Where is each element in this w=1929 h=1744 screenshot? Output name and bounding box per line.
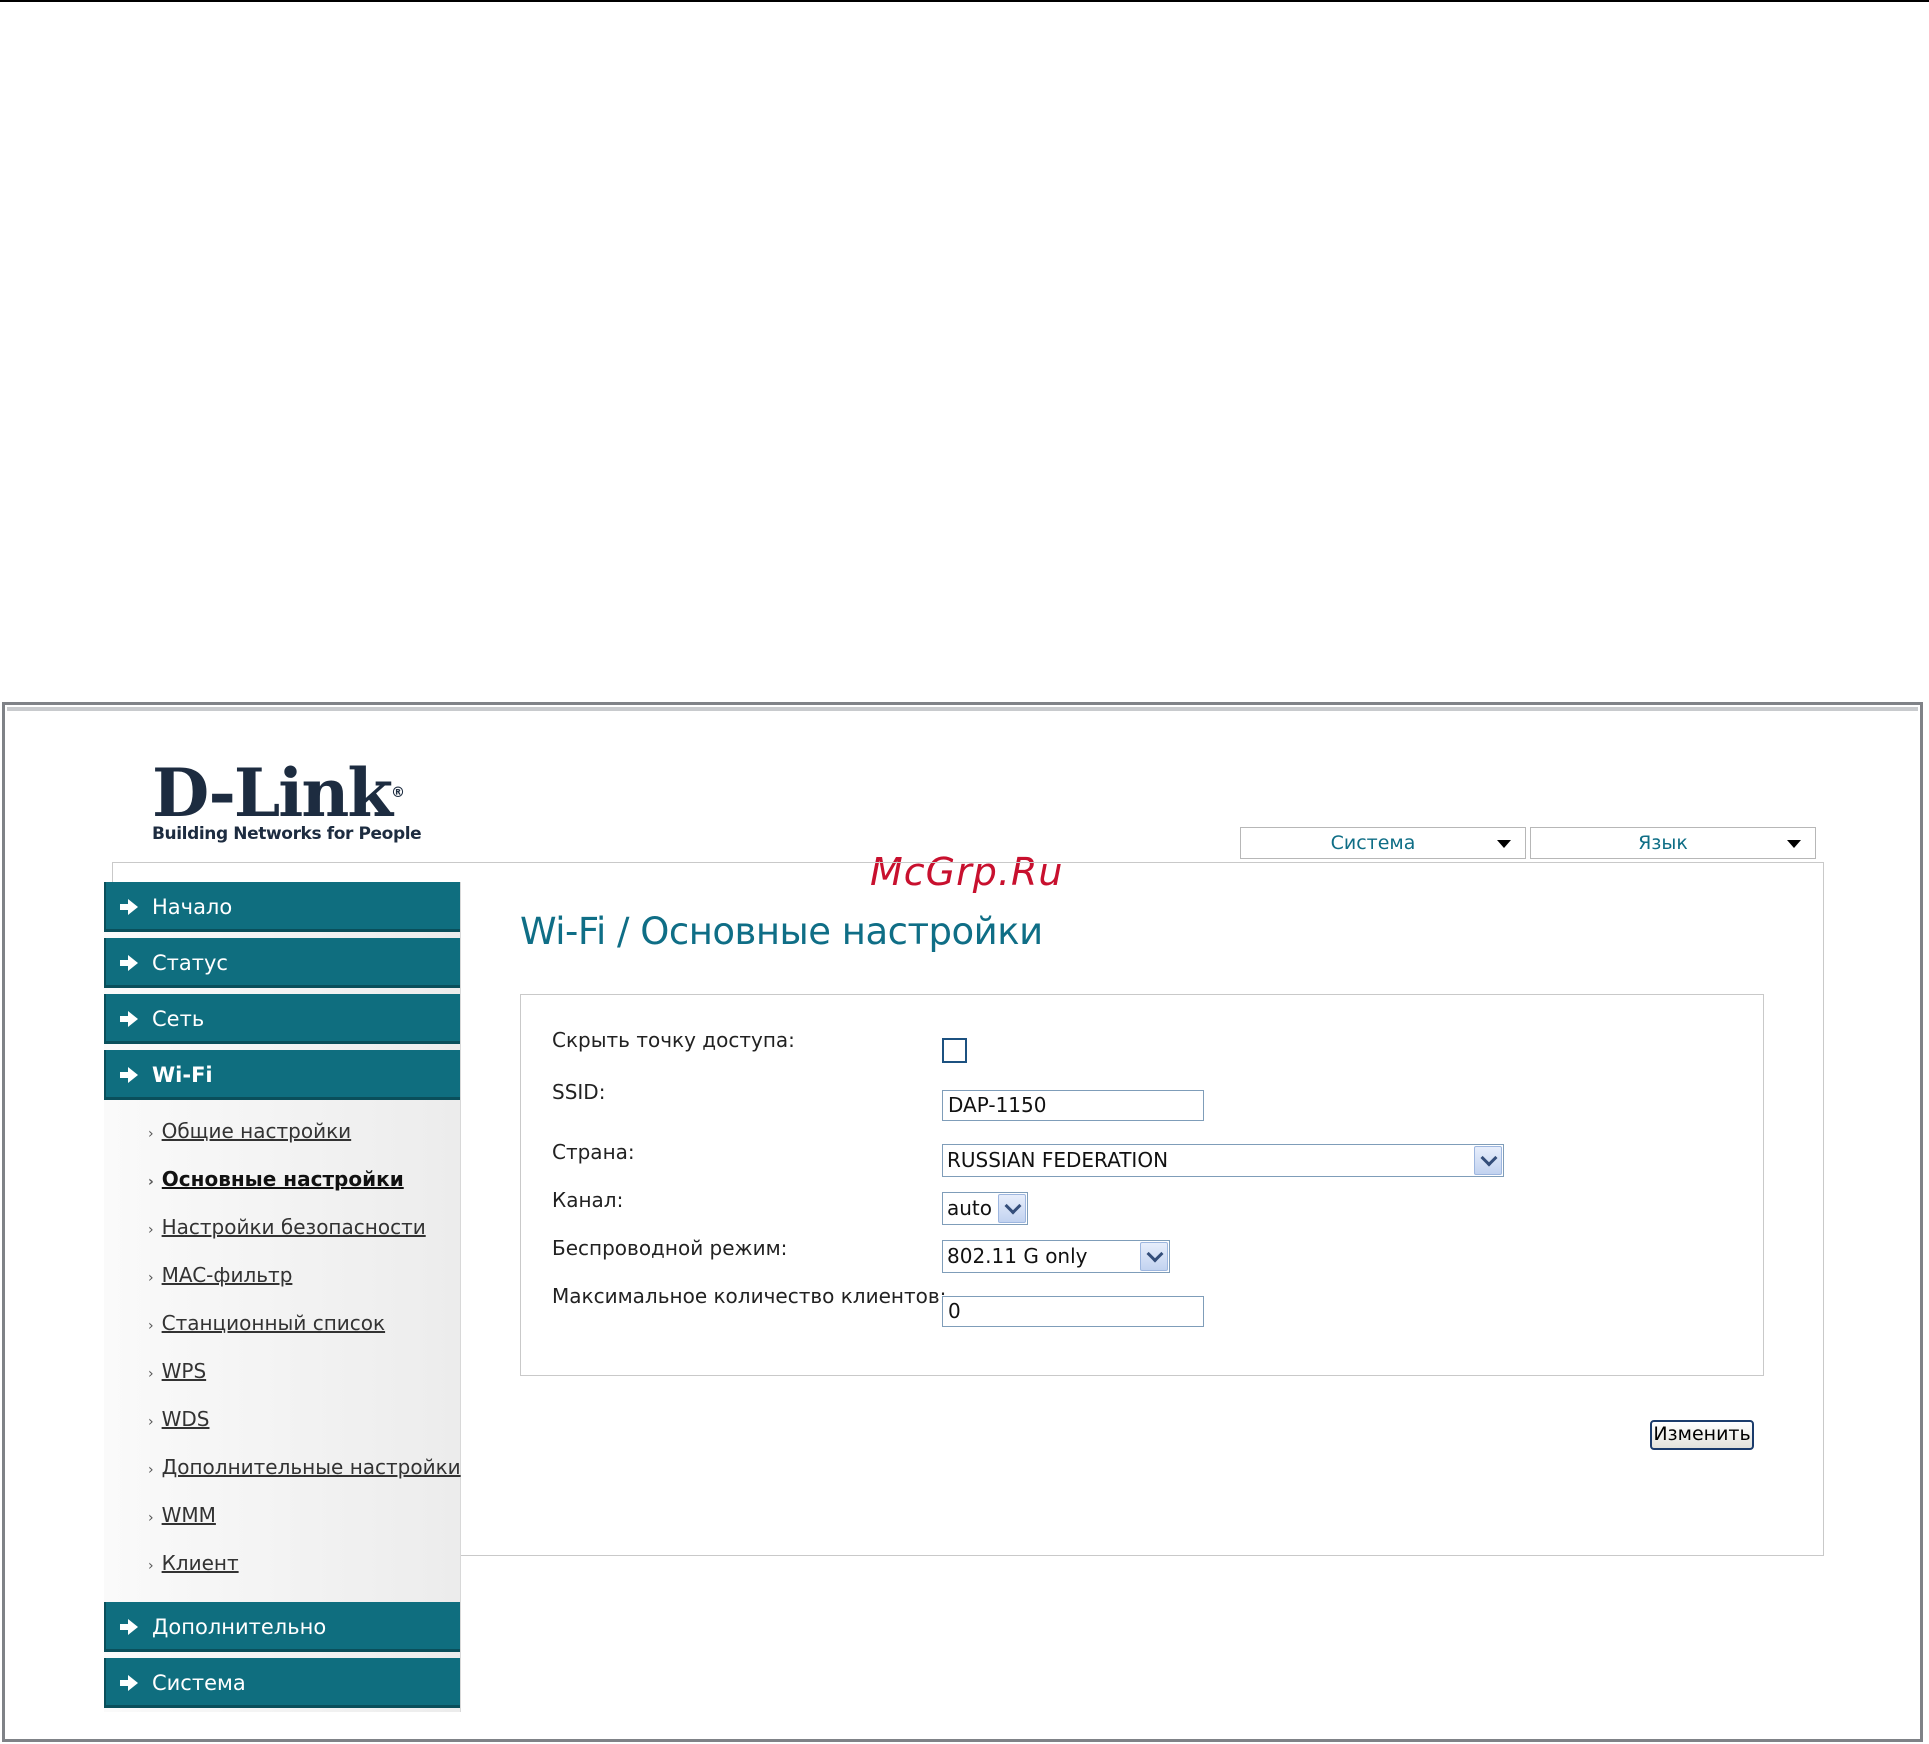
channel-select-value: auto xyxy=(947,1196,993,1220)
subitem-security-settings[interactable]: › Настройки безопасности xyxy=(148,1214,426,1243)
ssid-label: SSID: xyxy=(552,1080,606,1104)
ssid-input[interactable]: DAP-1150 xyxy=(942,1090,1204,1121)
system-menu-label: Система xyxy=(1330,832,1416,854)
arrow-right-icon xyxy=(120,1675,138,1691)
bullet-icon: › xyxy=(148,1126,154,1142)
subitem-general-settings[interactable]: › Общие настройки xyxy=(148,1118,351,1147)
sidebar-item-wifi[interactable]: Wi-Fi xyxy=(104,1050,460,1100)
bullet-icon: › xyxy=(148,1510,154,1526)
sidebar-item-system[interactable]: Система xyxy=(104,1658,460,1708)
sidebar-item-advanced[interactable]: Дополнительно xyxy=(104,1602,460,1652)
hide-ap-label: Скрыть точку доступа: xyxy=(552,1028,795,1052)
mode-label: Беспроводной режим: xyxy=(552,1236,788,1260)
apply-button[interactable]: Изменить xyxy=(1650,1420,1754,1450)
arrow-right-icon xyxy=(120,955,138,971)
arrow-right-icon xyxy=(120,1067,138,1083)
max-clients-label: Максимальное количество клиентов: xyxy=(552,1284,947,1308)
subitem-wps[interactable]: › WPS xyxy=(148,1358,206,1387)
sidebar-item-status[interactable]: Статус xyxy=(104,938,460,988)
caret-down-icon xyxy=(1497,840,1511,848)
sidebar-item-label: Сеть xyxy=(152,1007,205,1031)
sidebar-item-label: Wi-Fi xyxy=(152,1063,213,1087)
country-label: Страна: xyxy=(552,1140,635,1164)
arrow-right-icon xyxy=(120,1619,138,1635)
content-panel-edge xyxy=(112,862,113,882)
sidebar-item-label: Система xyxy=(152,1671,246,1695)
subitem-basic-settings[interactable]: › Основные настройки xyxy=(148,1166,404,1195)
subitem-advanced-settings[interactable]: › Дополнительные настройки xyxy=(148,1454,461,1483)
channel-select[interactable]: auto xyxy=(942,1192,1028,1225)
arrow-right-icon xyxy=(120,1011,138,1027)
hide-ap-checkbox[interactable] xyxy=(942,1038,967,1063)
sidebar-item-label: Начало xyxy=(152,895,233,919)
bullet-icon: › xyxy=(148,1222,154,1238)
page-title: Wi-Fi / Основные настройки xyxy=(520,910,1043,953)
language-dropdown[interactable]: Язык xyxy=(1530,827,1816,859)
subitem-station-list[interactable]: › Станционный список xyxy=(148,1310,385,1339)
subitem-mac-filter[interactable]: › MAC-фильтр xyxy=(148,1262,292,1291)
sidebar-item-label: Статус xyxy=(152,951,228,975)
bullet-icon: › xyxy=(148,1318,154,1334)
bullet-icon: › xyxy=(148,1174,154,1190)
bullet-icon: › xyxy=(148,1366,154,1382)
max-clients-input[interactable]: 0 xyxy=(942,1296,1204,1327)
wireless-mode-select[interactable]: 802.11 G only xyxy=(942,1240,1170,1273)
chevron-down-icon[interactable] xyxy=(1474,1146,1502,1175)
logo-tagline: Building Networks for People xyxy=(152,824,422,844)
system-menu-dropdown[interactable]: Система xyxy=(1240,827,1526,859)
logo-brand: D-Link® xyxy=(152,754,405,832)
chevron-down-icon[interactable] xyxy=(1140,1242,1168,1271)
top-rule xyxy=(0,0,1929,2)
dlink-logo: D-Link® Building Networks for People xyxy=(152,754,422,844)
subitem-client[interactable]: › Клиент xyxy=(148,1550,239,1579)
wireless-mode-value: 802.11 G only xyxy=(947,1244,1088,1268)
bullet-icon: › xyxy=(148,1414,154,1430)
arrow-right-icon xyxy=(120,899,138,915)
channel-label: Канал: xyxy=(552,1188,624,1212)
language-label: Язык xyxy=(1638,832,1688,854)
bullet-icon: › xyxy=(148,1462,154,1478)
caret-down-icon xyxy=(1787,840,1801,848)
subitem-wds[interactable]: › WDS xyxy=(148,1406,209,1435)
sidebar-item-network[interactable]: Сеть xyxy=(104,994,460,1044)
bullet-icon: › xyxy=(148,1558,154,1574)
sidebar-item-home[interactable]: Начало xyxy=(104,882,460,932)
subitem-wmm[interactable]: › WMM xyxy=(148,1502,216,1531)
sidebar-item-label: Дополнительно xyxy=(152,1615,327,1639)
chevron-down-icon[interactable] xyxy=(998,1194,1026,1223)
country-select[interactable]: RUSSIAN FEDERATION xyxy=(942,1144,1504,1177)
bullet-icon: › xyxy=(148,1270,154,1286)
country-select-value: RUSSIAN FEDERATION xyxy=(947,1148,1169,1172)
